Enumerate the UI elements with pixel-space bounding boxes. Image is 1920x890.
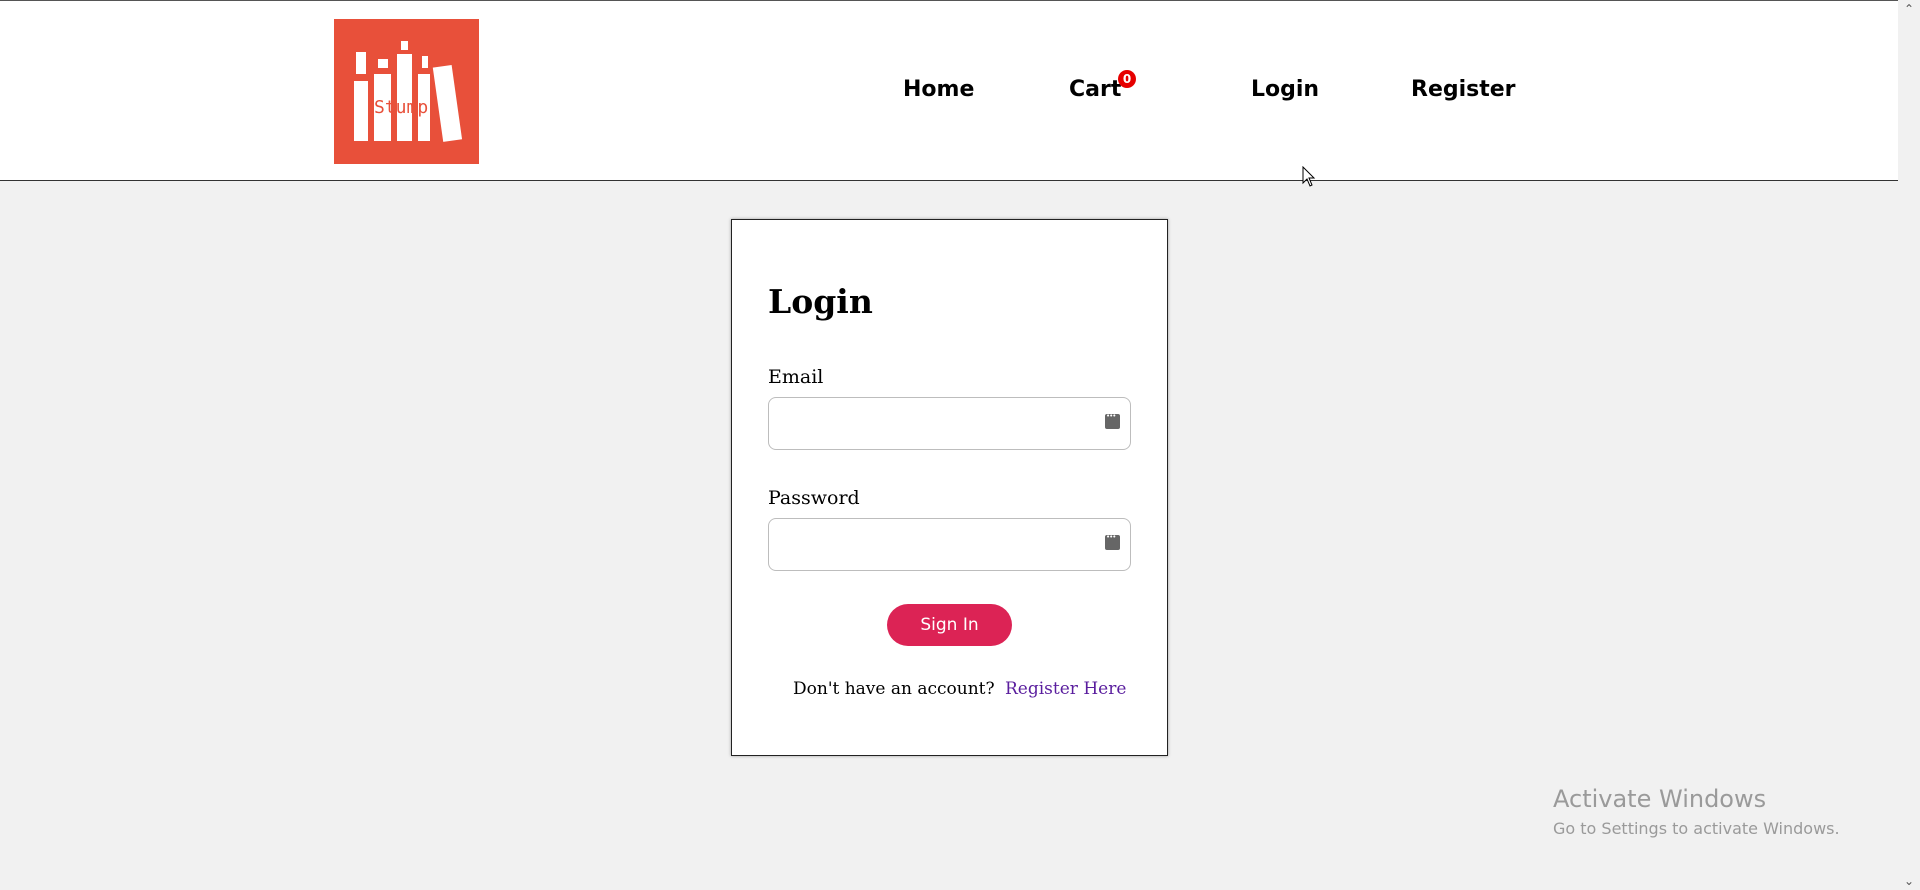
autofill-key-icon[interactable]: [1105, 533, 1120, 550]
nav-cart-link[interactable]: Cart: [1069, 77, 1121, 102]
page: Stumps Home Cart 0 Login Register Login …: [0, 0, 1898, 890]
sign-in-button[interactable]: Sign In: [887, 604, 1012, 646]
register-here-link[interactable]: Register Here: [1005, 679, 1126, 699]
login-title: Login: [768, 282, 873, 321]
watermark-subtitle: Go to Settings to activate Windows.: [1553, 819, 1840, 838]
nav-home-link[interactable]: Home: [903, 77, 974, 102]
password-label: Password: [768, 487, 860, 509]
scroll-down-icon[interactable]: ⌄: [1898, 872, 1920, 890]
autofill-key-icon[interactable]: [1105, 412, 1120, 429]
email-field[interactable]: [768, 397, 1131, 450]
password-field[interactable]: [768, 518, 1131, 571]
site-header: Stumps Home Cart 0 Login Register: [0, 0, 1898, 187]
scroll-up-icon[interactable]: ⌃: [1898, 0, 1920, 18]
windows-activation-watermark: Activate Windows Go to Settings to activ…: [1553, 785, 1840, 838]
nav-register-link[interactable]: Register: [1411, 77, 1516, 102]
books-logo-icon: [354, 41, 463, 142]
cart-count-badge: 0: [1118, 70, 1136, 88]
login-card: Login Email Password Sign In Don't have …: [731, 219, 1168, 756]
watermark-title: Activate Windows: [1553, 785, 1767, 813]
mouse-pointer-icon: [1302, 166, 1316, 187]
no-account-text: Don't have an account?: [793, 679, 995, 699]
site-logo[interactable]: Stumps: [334, 19, 479, 164]
nav-login-link[interactable]: Login: [1251, 77, 1319, 102]
vertical-scrollbar[interactable]: ⌃ ⌄: [1898, 0, 1920, 890]
email-label: Email: [768, 366, 824, 388]
